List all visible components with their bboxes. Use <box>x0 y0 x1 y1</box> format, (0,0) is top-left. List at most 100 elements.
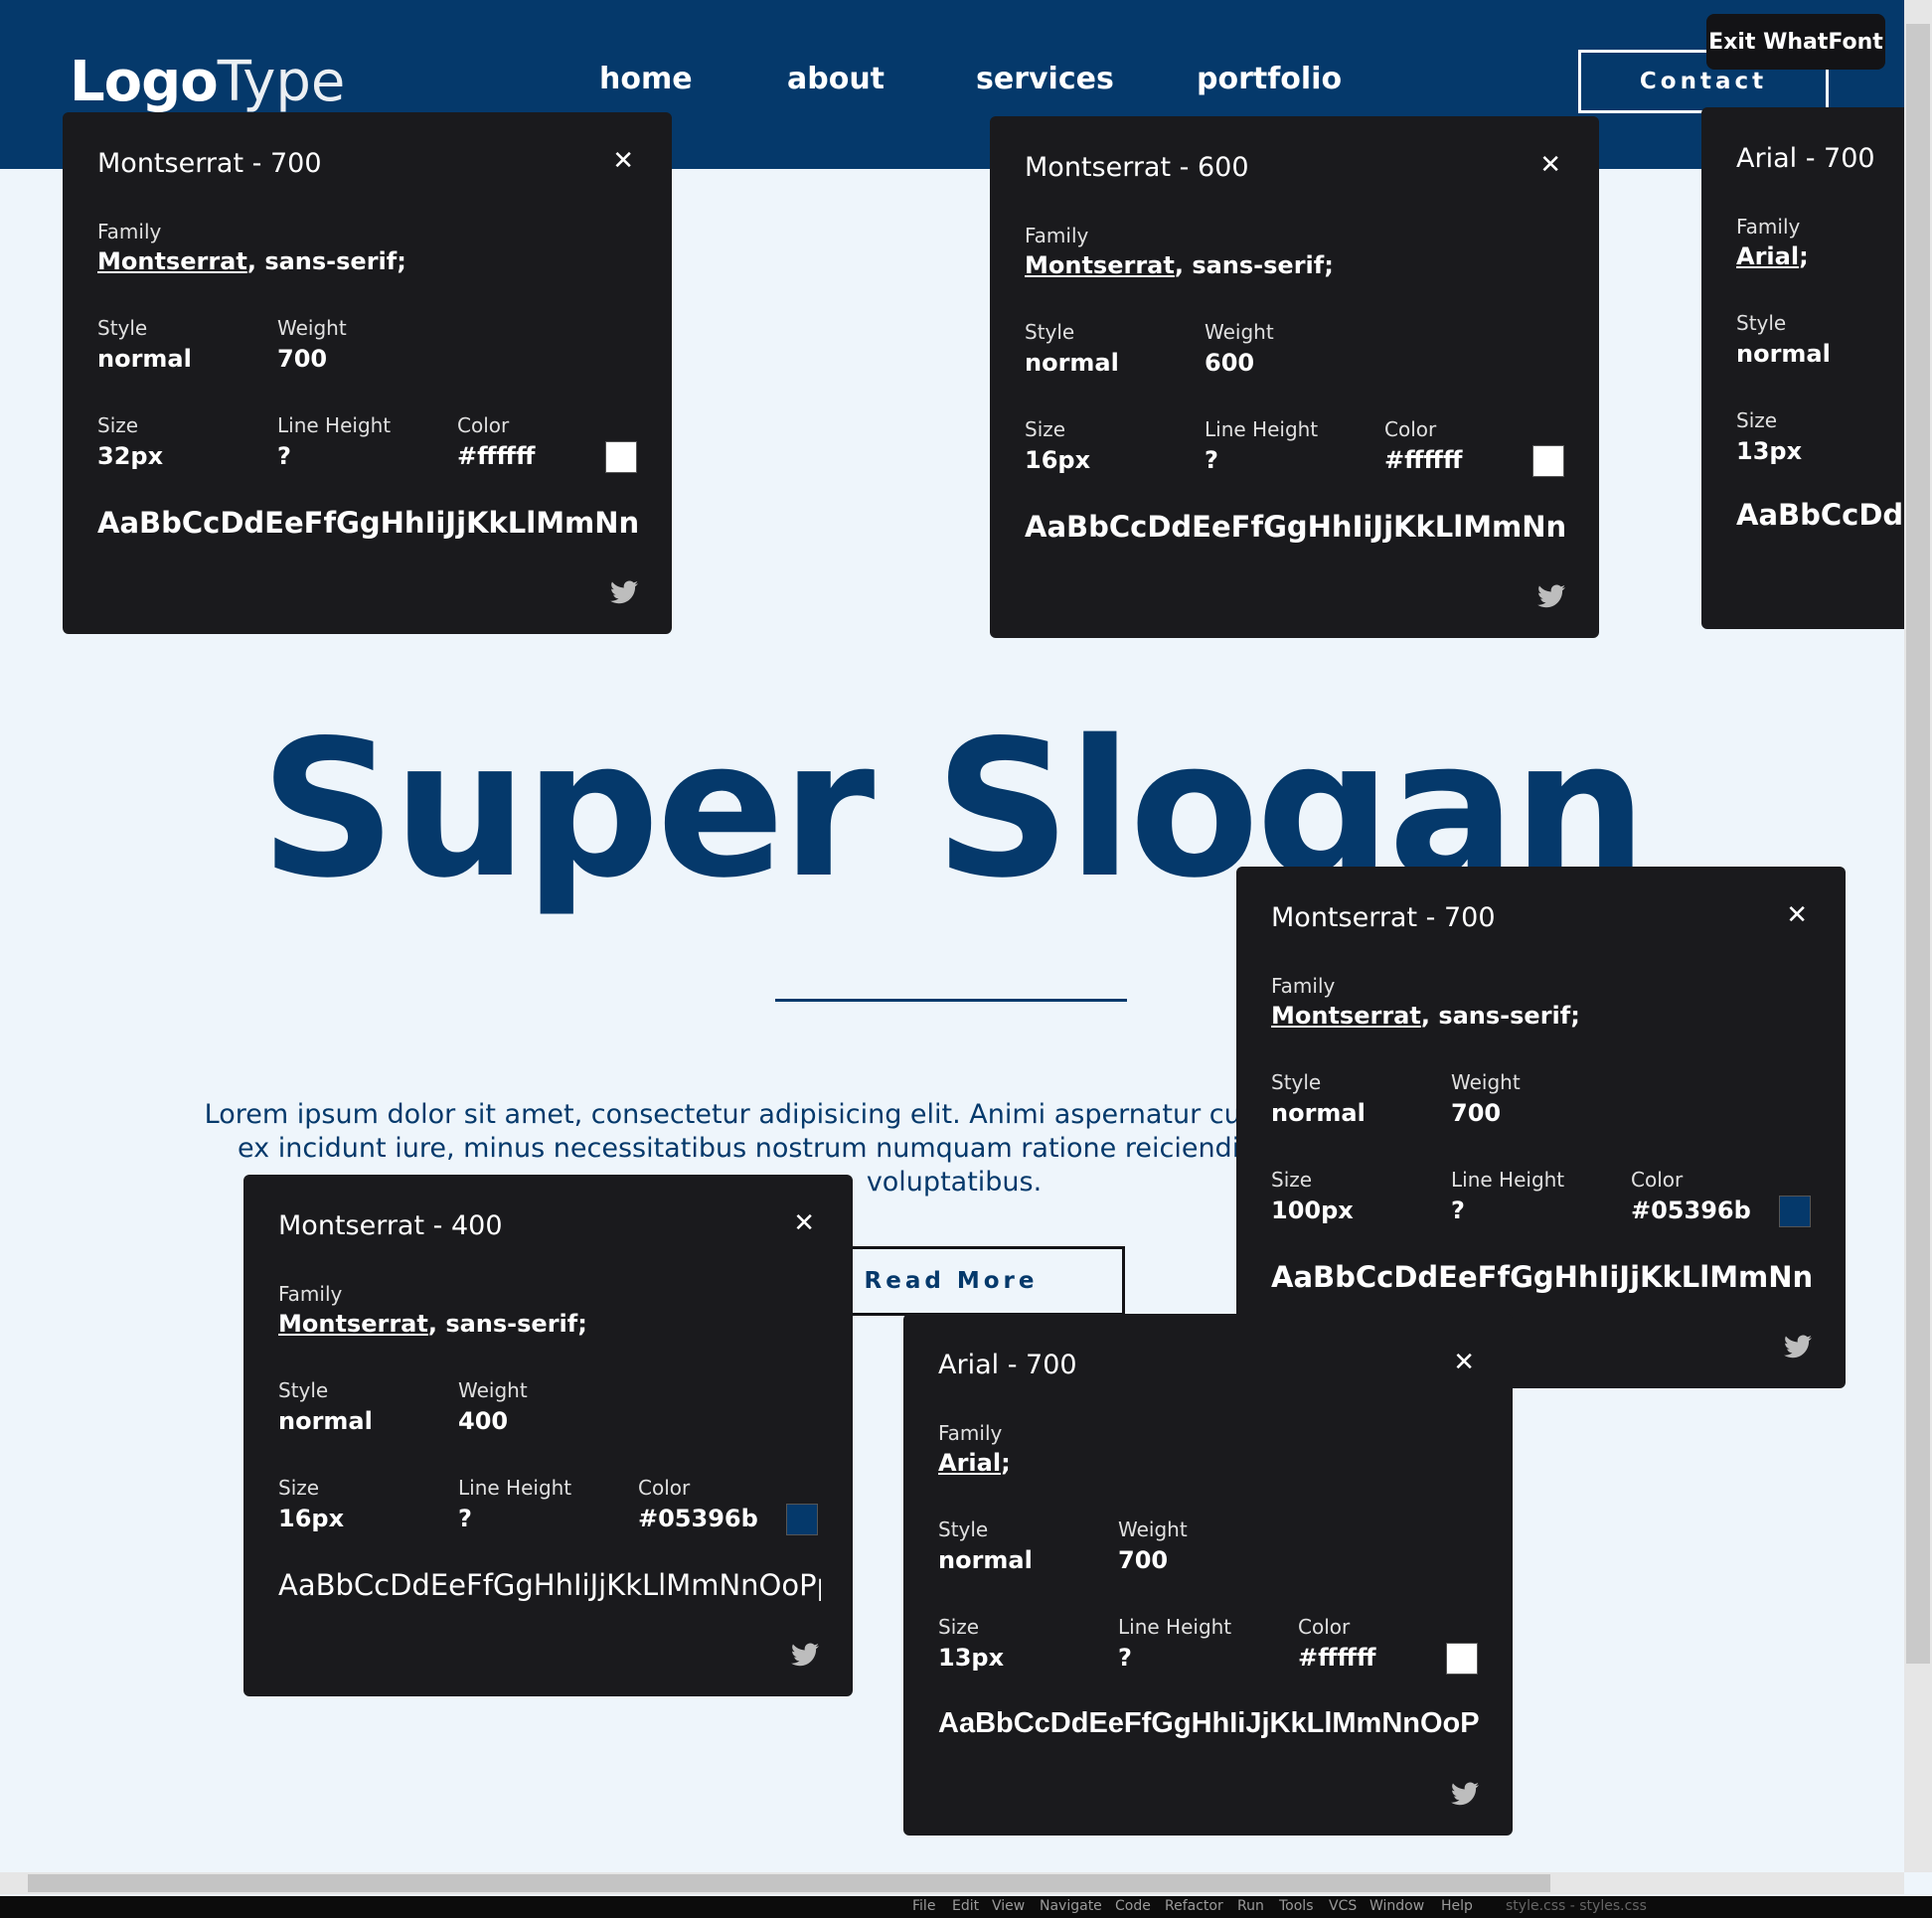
panel-title: Montserrat - 700 <box>1271 902 1496 933</box>
panel-title: Arial - 700 <box>1736 143 1875 174</box>
color-swatch <box>605 441 637 473</box>
weight-label: Weight <box>458 1378 528 1402</box>
close-icon[interactable]: ✕ <box>1453 1348 1475 1377</box>
menu-window[interactable]: Window <box>1369 1898 1424 1914</box>
style-value: normal <box>1025 349 1119 377</box>
family-rest: , sans-serif; <box>246 247 406 275</box>
style-value: normal <box>278 1407 373 1435</box>
whatfont-panel: Arial - 700 Family Arial; Style normal S… <box>1701 107 1904 629</box>
exit-whatfont-button[interactable]: Exit WhatFont <box>1706 14 1885 70</box>
family-label: Family <box>278 1282 343 1306</box>
family-value: Arial; <box>938 1449 1011 1477</box>
family-link[interactable]: Montserrat <box>97 247 247 275</box>
menu-navigate[interactable]: Navigate <box>1040 1898 1102 1914</box>
weight-value: 700 <box>277 345 328 373</box>
menu-refactor[interactable]: Refactor <box>1165 1898 1223 1914</box>
weight-value: 600 <box>1205 349 1255 377</box>
size-label: Size <box>97 413 139 437</box>
weight-label: Weight <box>1205 320 1274 344</box>
panel-pointer <box>1004 116 1028 118</box>
weight-label: Weight <box>1451 1070 1521 1094</box>
size-label: Size <box>1271 1168 1313 1192</box>
panel-pointer <box>1721 107 1745 109</box>
size-value: 16px <box>278 1505 345 1532</box>
size-value: 100px <box>1271 1197 1354 1224</box>
line-height-value: ? <box>458 1505 472 1532</box>
weight-label: Weight <box>277 316 347 340</box>
close-icon[interactable]: ✕ <box>793 1208 815 1238</box>
twitter-icon[interactable] <box>1784 1335 1812 1359</box>
family-link[interactable]: Arial <box>1736 242 1799 270</box>
twitter-icon[interactable] <box>1537 584 1565 608</box>
menu-help[interactable]: Help <box>1441 1898 1473 1914</box>
line-height-label: Line Height <box>1451 1168 1565 1192</box>
style-label: Style <box>1025 320 1075 344</box>
menu-file[interactable]: File <box>912 1898 935 1914</box>
color-swatch <box>1532 445 1564 477</box>
ide-menu-bar: File Edit View Navigate Code Refactor Ru… <box>0 1896 1932 1918</box>
line-height-label: Line Height <box>1205 417 1319 441</box>
size-value: 16px <box>1025 446 1091 474</box>
color-swatch <box>786 1504 818 1535</box>
size-value: 13px <box>1736 437 1803 465</box>
style-label: Style <box>1271 1070 1322 1094</box>
family-value: Arial; <box>1736 242 1809 270</box>
size-value: 13px <box>938 1644 1005 1672</box>
logo-thin-text: Type <box>217 50 346 114</box>
vertical-scrollbar[interactable] <box>1904 0 1932 1872</box>
family-link[interactable]: Montserrat <box>278 1310 428 1338</box>
horizontal-scrollbar[interactable] <box>0 1872 1904 1894</box>
font-sample: AaBbCcDdEeFfGgHhIiJjKkLlMmNnOoPp <box>938 1707 1481 1739</box>
style-label: Style <box>97 316 148 340</box>
close-icon[interactable]: ✕ <box>612 146 634 176</box>
color-value: #05396b <box>638 1505 758 1532</box>
panel-pointer <box>257 1175 281 1177</box>
family-rest: ; <box>1799 242 1809 270</box>
panel-title: Montserrat - 400 <box>278 1210 503 1241</box>
size-label: Size <box>938 1615 980 1639</box>
family-link[interactable]: Montserrat <box>1025 251 1175 279</box>
family-link[interactable]: Arial <box>938 1449 1001 1477</box>
menu-tools[interactable]: Tools <box>1279 1898 1314 1914</box>
family-link[interactable]: Montserrat <box>1271 1002 1421 1030</box>
menu-code[interactable]: Code <box>1115 1898 1151 1914</box>
nav-about[interactable]: about <box>787 62 885 96</box>
family-label: Family <box>1736 215 1801 239</box>
twitter-icon[interactable] <box>610 580 638 604</box>
panel-title: Montserrat - 600 <box>1025 152 1249 183</box>
logo[interactable]: LogoType <box>70 50 345 119</box>
nav-services[interactable]: services <box>976 62 1114 96</box>
nav-home[interactable]: home <box>599 62 693 96</box>
panel-title: Arial - 700 <box>938 1350 1077 1380</box>
family-value: Montserrat, sans-serif; <box>97 247 406 275</box>
family-value: Montserrat, sans-serif; <box>278 1310 587 1338</box>
color-label: Color <box>1298 1615 1351 1639</box>
color-value: #ffffff <box>1384 446 1463 474</box>
family-label: Family <box>938 1421 1003 1445</box>
vertical-scroll-thumb[interactable] <box>1906 24 1930 1664</box>
size-label: Size <box>278 1476 320 1500</box>
twitter-icon[interactable] <box>1451 1782 1479 1806</box>
line-height-label: Line Height <box>1118 1615 1232 1639</box>
menu-edit[interactable]: Edit <box>952 1898 979 1914</box>
menu-vcs[interactable]: VCS <box>1329 1898 1357 1914</box>
panel-pointer <box>1250 867 1274 869</box>
menu-run[interactable]: Run <box>1237 1898 1264 1914</box>
line-height-value: ? <box>1205 446 1218 474</box>
color-value: #ffffff <box>1298 1644 1376 1672</box>
close-icon[interactable]: ✕ <box>1786 900 1808 930</box>
line-height-label: Line Height <box>458 1476 572 1500</box>
style-value: normal <box>1271 1099 1366 1127</box>
close-icon[interactable]: ✕ <box>1539 150 1561 180</box>
style-value: normal <box>938 1546 1033 1574</box>
menu-view[interactable]: View <box>992 1898 1025 1914</box>
family-rest: ; <box>1001 1449 1011 1477</box>
font-sample: AaBbCcDdEeFfGgHhIiJjKkLlMmNnOoPp <box>1736 498 1904 532</box>
size-label: Size <box>1025 417 1066 441</box>
horizontal-scroll-thumb[interactable] <box>28 1874 1550 1892</box>
ide-file-title: style.css - styles.css <box>1506 1898 1647 1914</box>
font-sample: AaBbCcDdEeFfGgHhIiJjKkLlMmNnOoPp <box>1025 510 1567 544</box>
nav-portfolio[interactable]: portfolio <box>1197 62 1342 96</box>
twitter-icon[interactable] <box>791 1643 819 1667</box>
whatfont-panel: Montserrat - 600 ✕ Family Montserrat, sa… <box>990 116 1599 638</box>
